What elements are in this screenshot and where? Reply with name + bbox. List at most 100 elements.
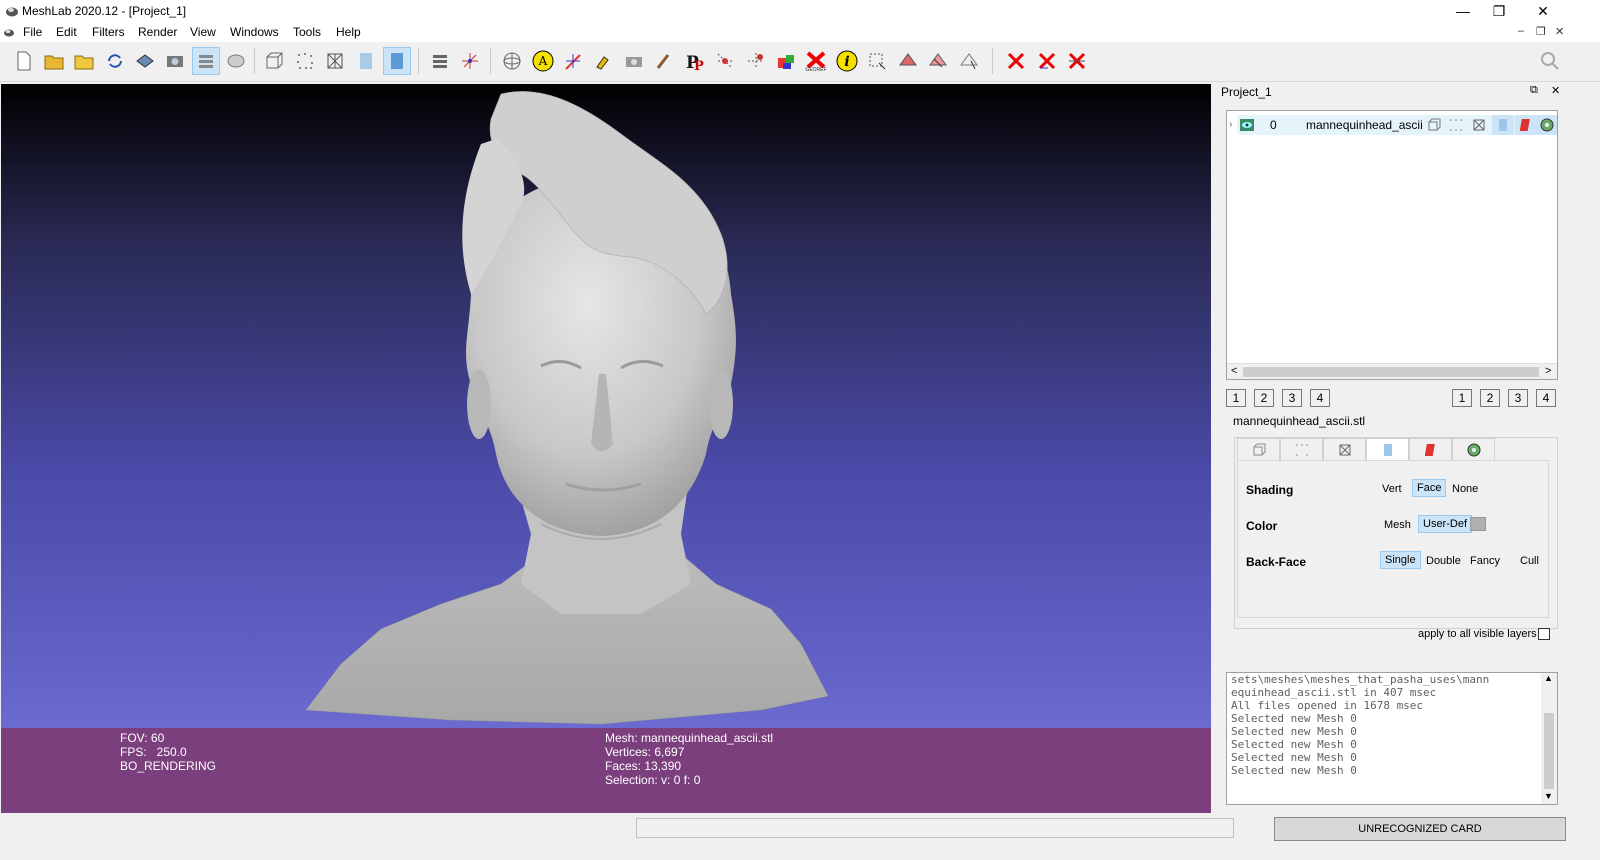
view-right-4-button[interactable]: 4 xyxy=(1536,389,1556,407)
restore-button[interactable]: ❐ xyxy=(1476,0,1522,22)
shading-vert-option[interactable]: Vert xyxy=(1378,481,1406,497)
layer-shading-toggle[interactable] xyxy=(1492,115,1514,135)
view-left-1-button[interactable]: 1 xyxy=(1226,389,1246,407)
color-fill-icon[interactable] xyxy=(772,47,800,75)
bbox-icon[interactable] xyxy=(260,47,288,75)
select-box-icon[interactable] xyxy=(863,47,891,75)
vertices-readout: Vertices: 6,697 xyxy=(605,745,685,759)
shading-none-option[interactable]: None xyxy=(1448,481,1482,497)
shading-face-option[interactable]: Face xyxy=(1412,479,1447,497)
sphere-icon[interactable] xyxy=(222,47,250,75)
log-scroll-thumb[interactable] xyxy=(1544,713,1554,789)
select-faces-icon[interactable] xyxy=(894,47,922,75)
scroll-right-arrow[interactable]: > xyxy=(1545,365,1551,377)
menu-render[interactable]: Render xyxy=(138,25,177,39)
wireframe-icon[interactable] xyxy=(321,47,349,75)
menu-tools[interactable]: Tools xyxy=(293,25,321,39)
view-right-2-button[interactable]: 2 xyxy=(1480,389,1500,407)
mdi-close-button[interactable]: ✕ xyxy=(1555,25,1564,38)
mdi-minimize-button[interactable]: – xyxy=(1518,25,1524,37)
expand-arrow-icon[interactable]: › xyxy=(1229,119,1232,130)
menu-edit[interactable]: Edit xyxy=(56,25,77,39)
menu-filters[interactable]: Filters xyxy=(92,25,125,39)
layer-wireframe-icon[interactable] xyxy=(1472,118,1486,132)
tab-wireframe[interactable] xyxy=(1323,438,1366,460)
plugin-layers-icon[interactable] xyxy=(426,47,454,75)
paint-icon[interactable] xyxy=(589,47,617,75)
camera-icon[interactable] xyxy=(620,47,648,75)
delete-faces-icon[interactable] xyxy=(1033,47,1061,75)
scroll-up-arrow[interactable]: ▲ xyxy=(1544,673,1553,683)
select-edges-icon[interactable] xyxy=(924,47,952,75)
eye-visibility-icon[interactable] xyxy=(1239,118,1255,132)
color-userdef-option[interactable]: User-Def xyxy=(1418,515,1473,533)
backface-double-option[interactable]: Double xyxy=(1422,553,1465,569)
svg-text:i: i xyxy=(844,54,849,70)
points-icon[interactable] xyxy=(291,47,319,75)
apply-all-checkbox[interactable] xyxy=(1538,628,1550,640)
layer-tree[interactable]: › 0 mannequinhead_ascii < > xyxy=(1226,110,1558,380)
backface-fancy-option[interactable]: Fancy xyxy=(1466,553,1504,569)
measure-icon[interactable] xyxy=(559,47,587,75)
layer-row[interactable]: 0 mannequinhead_ascii xyxy=(1237,115,1557,135)
render-options-box: Shading Vert Face None Color Mesh User-D… xyxy=(1234,437,1558,629)
snapshot-icon[interactable] xyxy=(161,47,189,75)
reload-icon[interactable] xyxy=(101,47,129,75)
select-cursor-icon[interactable] xyxy=(955,47,983,75)
flat-icon[interactable] xyxy=(352,47,380,75)
layer-bbox-icon[interactable] xyxy=(1427,118,1441,132)
tab-shading[interactable] xyxy=(1366,438,1409,460)
view-left-3-button[interactable]: 3 xyxy=(1282,389,1302,407)
mdi-restore-button[interactable]: ❐ xyxy=(1536,25,1546,38)
panel-float-button[interactable]: ⧉ xyxy=(1530,84,1538,97)
project-title: Project_1 xyxy=(1221,85,1272,99)
layer-points-icon[interactable] xyxy=(1449,118,1463,132)
3d-viewport[interactable] xyxy=(1,84,1211,728)
search-icon[interactable] xyxy=(1536,47,1564,75)
view-right-1-button[interactable]: 1 xyxy=(1452,389,1472,407)
tab-points[interactable] xyxy=(1280,438,1323,460)
info-icon[interactable]: i xyxy=(833,47,861,75)
menu-file[interactable]: File xyxy=(23,25,42,39)
menu-view[interactable]: View xyxy=(190,25,216,39)
select-connected-icon[interactable] xyxy=(742,47,770,75)
scroll-thumb[interactable] xyxy=(1243,367,1539,377)
layer-tree-hscroll[interactable]: < > xyxy=(1227,363,1557,379)
scroll-left-arrow[interactable]: < xyxy=(1231,365,1237,377)
open-project-icon[interactable] xyxy=(40,47,68,75)
color-swatch[interactable] xyxy=(1470,517,1486,531)
smooth-icon[interactable] xyxy=(383,47,411,75)
georef-icon[interactable]: GEOREF xyxy=(802,47,830,75)
axes-icon[interactable] xyxy=(456,47,484,75)
color-mesh-option[interactable]: Mesh xyxy=(1380,517,1415,533)
layer-texture-toggle[interactable] xyxy=(1515,115,1537,135)
log-window[interactable]: sets\meshes\meshes_that_pasha_uses\mann … xyxy=(1226,672,1558,805)
view-right-3-button[interactable]: 3 xyxy=(1508,389,1528,407)
backface-single-option[interactable]: Single xyxy=(1380,551,1421,569)
delete-all-icon[interactable] xyxy=(1063,47,1091,75)
scroll-down-arrow[interactable]: ▼ xyxy=(1544,791,1553,801)
tab-decorators[interactable] xyxy=(1452,438,1495,460)
view-left-4-button[interactable]: 4 xyxy=(1310,389,1330,407)
delete-vertices-icon[interactable] xyxy=(1002,47,1030,75)
layer-decorator-toggle[interactable] xyxy=(1537,115,1557,135)
select-vertices-icon[interactable] xyxy=(711,47,739,75)
new-project-icon[interactable] xyxy=(10,47,38,75)
close-button[interactable]: ✕ xyxy=(1520,0,1566,22)
annotation-icon[interactable]: A xyxy=(529,47,557,75)
tab-bbox[interactable] xyxy=(1237,438,1280,460)
log-line: Selected new Mesh 0 xyxy=(1231,738,1357,751)
brush-icon[interactable] xyxy=(650,47,678,75)
trackball-icon[interactable] xyxy=(498,47,526,75)
pp-icon[interactable]: PP xyxy=(681,47,709,75)
save-icon[interactable] xyxy=(131,47,159,75)
panel-close-button[interactable]: ✕ xyxy=(1551,84,1560,97)
import-mesh-icon[interactable] xyxy=(70,47,98,75)
tab-texture[interactable] xyxy=(1409,438,1452,460)
log-vscroll[interactable]: ▲ ▼ xyxy=(1541,673,1557,804)
menu-windows[interactable]: Windows xyxy=(230,25,279,39)
backface-cull-option[interactable]: Cull xyxy=(1516,553,1543,569)
view-left-2-button[interactable]: 2 xyxy=(1254,389,1274,407)
layers-icon[interactable] xyxy=(192,47,220,75)
menu-help[interactable]: Help xyxy=(336,25,361,39)
